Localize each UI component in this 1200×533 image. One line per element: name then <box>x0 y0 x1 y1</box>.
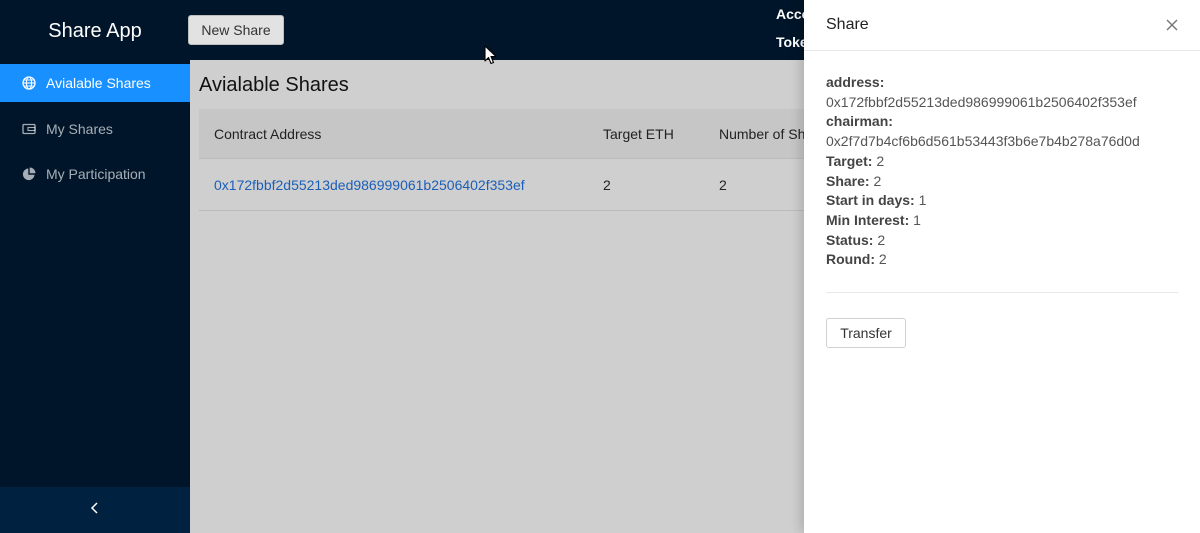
sidebar-item-label: My Participation <box>46 166 146 182</box>
field-target: Target: 2 <box>826 152 1178 172</box>
field-share: Share: 2 <box>826 172 1178 192</box>
field-start-in-days: Start in days: 1 <box>826 191 1178 211</box>
sidebar-item-label: My Shares <box>46 120 113 137</box>
drawer-body: address: 0x172fbbf2d55213ded986999061b25… <box>826 73 1178 270</box>
field-min-interest: Min Interest: 1 <box>826 211 1178 231</box>
column-header-target-eth: Target ETH <box>603 126 674 142</box>
close-icon[interactable] <box>1162 15 1182 35</box>
field-chairman: chairman: <box>826 112 1178 132</box>
field-label: Min Interest: <box>826 211 910 228</box>
field-chairman-value: 0x2f7d7b4cf6b6d561b53443f3b6e7b4b278a76d… <box>826 133 1140 150</box>
table-cell-target-eth: 2 <box>603 177 611 193</box>
sidebar-item-available-shares[interactable]: Avialable Shares <box>0 64 190 102</box>
field-address-value: 0x172fbbf2d55213ded986999061b2506402f353… <box>826 93 1137 110</box>
field-value: 2 <box>876 152 885 169</box>
field-label: chairman: <box>826 113 893 130</box>
sidebar: Share App Avialable Shares My Shares My … <box>0 0 190 533</box>
field-round: Round: 2 <box>826 250 1178 270</box>
sidebar-item-label: Avialable Shares <box>46 75 151 91</box>
field-value: 2 <box>877 231 886 248</box>
field-value: 1 <box>918 192 927 209</box>
field-label: Start in days: <box>826 192 915 209</box>
share-detail-drawer: Share address: 0x172fbbf2d55213ded986999… <box>804 0 1200 533</box>
sidebar-collapse-button[interactable] <box>0 487 190 533</box>
field-status: Status: 2 <box>826 231 1178 251</box>
sidebar-item-my-participation[interactable]: My Participation <box>0 155 190 193</box>
table-cell-number-of-shares: 2 <box>719 177 727 193</box>
field-label: address: <box>826 74 885 90</box>
page-title: Avialable Shares <box>199 74 349 96</box>
field-label: Target: <box>826 152 873 169</box>
new-share-button[interactable]: New Share <box>188 15 284 45</box>
globe-icon <box>22 76 36 90</box>
token-label: Toke <box>776 34 808 50</box>
field-label: Status: <box>826 231 874 248</box>
column-header-contract-address: Contract Address <box>214 126 322 142</box>
app-logo-title: Share App <box>48 19 142 42</box>
chevron-left-icon <box>90 501 100 519</box>
column-header-number-of-shares: Number of Sh <box>719 126 806 142</box>
sidebar-menu: Avialable Shares My Shares My Participat… <box>0 64 190 193</box>
transfer-button[interactable]: Transfer <box>826 318 906 348</box>
field-value: 2 <box>873 172 882 189</box>
field-label: Share: <box>826 172 870 189</box>
drawer-header: Share <box>804 0 1200 51</box>
wallet-icon <box>22 122 36 136</box>
field-label: Round: <box>826 251 875 268</box>
sidebar-item-my-shares[interactable]: My Shares <box>0 110 190 148</box>
field-value: 1 <box>913 211 921 228</box>
drawer-divider <box>826 292 1178 293</box>
field-value: 2 <box>878 251 887 268</box>
pie-chart-icon <box>22 167 36 181</box>
mouse-cursor-icon <box>484 45 497 68</box>
contract-address-link[interactable]: 0x172fbbf2d55213ded986999061b2506402f353… <box>214 177 525 193</box>
field-address: address: <box>826 73 1178 93</box>
drawer-title: Share <box>826 16 869 33</box>
